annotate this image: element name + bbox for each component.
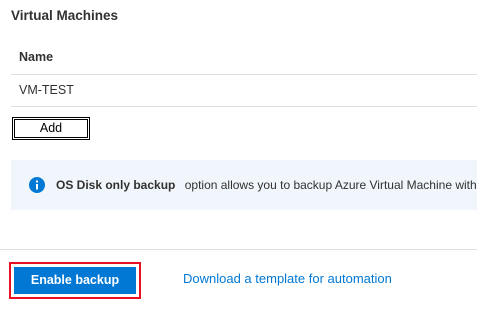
vm-table: Name VM-TEST — [11, 40, 477, 107]
info-icon — [29, 177, 45, 193]
info-bold-text: OS Disk only backup — [56, 178, 176, 192]
info-description: option allows you to backup Azure Virtua… — [184, 178, 477, 192]
info-banner: OS Disk only backup option allows you to… — [11, 160, 477, 210]
enable-backup-button[interactable]: Enable backup — [14, 267, 136, 294]
add-button[interactable]: Add — [12, 117, 90, 140]
table-row[interactable]: VM-TEST — [11, 75, 477, 107]
divider — [0, 249, 477, 250]
backup-page: Virtual Machines Name VM-TEST Add OS Dis… — [0, 0, 477, 315]
section-title: Virtual Machines — [11, 8, 119, 23]
info-text: OS Disk only backup option allows you to… — [56, 178, 477, 192]
download-template-link[interactable]: Download a template for automation — [183, 271, 392, 286]
column-header-name: Name — [11, 40, 477, 75]
vm-name-cell: VM-TEST — [19, 83, 74, 97]
